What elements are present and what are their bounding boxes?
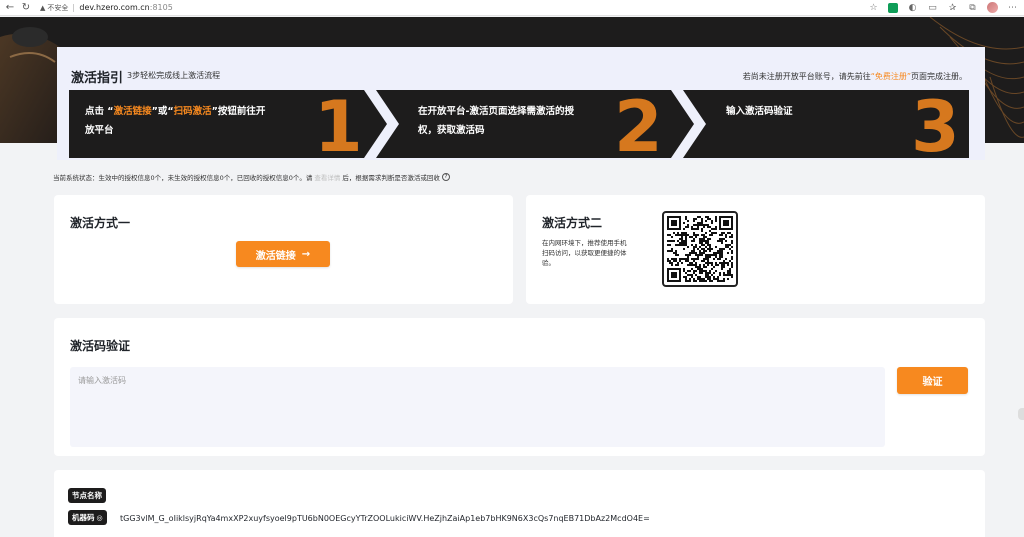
steps-row: 点击 “激活链接”或“扫码激活”按钮前往开 放平台 1 在开放平台-激活页面选择… <box>69 90 969 158</box>
url-host: dev.hzero.com.cn <box>79 3 150 12</box>
method-2-title: 激活方式二 <box>542 216 603 230</box>
step-2-text: 在开放平台-激活页面选择需激活的授 权，获取激活码 <box>418 102 618 140</box>
machine-code-value: tGG3vlM_G_oIiklsyjRqYa4mxXP2xuyfsyoel9pT… <box>120 514 650 523</box>
arrow-right-icon: → <box>301 248 311 260</box>
back-icon[interactable]: ← <box>4 2 16 14</box>
step-1-number: 1 <box>314 90 363 158</box>
method-2-desc-line1: 在内网环境下，推荐使用手机 <box>542 239 627 247</box>
step-2-number: 2 <box>614 90 663 158</box>
node-name-label: 节点名称 <box>72 491 102 500</box>
copy-icon[interactable]: ◎ <box>97 514 103 522</box>
step-2-line1: 在开放平台-激活页面选择需激活的授 <box>418 106 574 117</box>
step-1-text: 点击 “激活链接”或“扫码激活”按钮前往开 放平台 <box>85 102 315 140</box>
qr-code-icon <box>667 216 733 282</box>
step-3-line1: 输入激活码验证 <box>726 106 793 117</box>
bookmark-star-icon[interactable]: ☆ <box>868 2 879 13</box>
warning-icon: ▲ <box>40 3 46 12</box>
node-info-card <box>54 470 985 537</box>
activation-link-label: 激活链接 <box>255 250 296 262</box>
divider <box>73 3 75 12</box>
activation-link-button[interactable]: 激活链接 → <box>236 241 330 267</box>
method-2-desc-line2: 扫码访问，以获取更便捷的体 <box>542 249 627 257</box>
machine-code-tag: 机器码 ◎ <box>68 510 107 525</box>
register-hint: 若尚未注册开放平台账号，请先前往“免费注册”页面完成注册。 <box>743 71 967 82</box>
step-3-text: 输入激活码验证 <box>726 102 926 121</box>
activation-code-verify-card: 激活码验证 验证 <box>54 318 985 456</box>
profile-avatar[interactable] <box>987 2 998 13</box>
method-2-description: 在内网环境下，推荐使用手机 扫码访问，以获取更便捷的体 验。 <box>542 238 646 268</box>
side-scroll-handle[interactable] <box>1018 408 1024 420</box>
view-details-link[interactable]: 查看详情 <box>314 172 340 182</box>
activation-method-1-card: 激活方式一 激活链接 → <box>54 195 513 304</box>
step-1-pre: 点击 “ <box>85 106 114 117</box>
machine-code-label: 机器码 <box>72 513 95 522</box>
step-1-line2: 放平台 <box>85 125 114 136</box>
status-prefix: 当前系统状态：生效中的授权信息0个，未生效的授权信息0个，已回收的授权信息0个。… <box>53 174 313 182</box>
step-2-line2: 权，获取激活码 <box>418 125 485 136</box>
step-3: 输入激活码验证 3 <box>683 90 969 158</box>
step-3-number: 3 <box>911 90 960 158</box>
browser-toolbar: ← ↻ ▲ 不安全 dev.hzero.com.cn:8105 ☆ ◐ ▭ ✰ … <box>0 0 1024 16</box>
extensions-puzzle-icon[interactable]: ◐ <box>907 2 918 13</box>
reload-icon[interactable]: ↻ <box>20 2 32 14</box>
status-suffix: 后，根据需求判断是否激活或回收 <box>342 174 440 182</box>
activation-method-2-card: 激活方式二 在内网环境下，推荐使用手机 扫码访问，以获取更便捷的体 验。 <box>526 195 985 304</box>
more-menu-icon[interactable]: ⋯ <box>1007 2 1018 13</box>
step-1-scan-highlight: 扫码激活 <box>173 106 212 117</box>
split-screen-icon[interactable]: ▭ <box>927 2 938 13</box>
security-label: 不安全 <box>47 3 69 12</box>
activation-guide: 激活指引 3步轻松完成线上激活流程 若尚未注册开放平台账号，请先前往“免费注册”… <box>57 47 985 160</box>
method-2-desc-line3: 验。 <box>542 259 555 267</box>
verify-button-label: 验证 <box>922 377 943 388</box>
node-name-tag: 节点名称 <box>68 488 106 503</box>
activation-code-input[interactable] <box>70 367 885 447</box>
verify-title: 激活码验证 <box>70 339 131 353</box>
favorites-icon[interactable]: ✰ <box>947 2 958 13</box>
address-bar[interactable]: dev.hzero.com.cn:8105 <box>79 3 172 12</box>
free-register-link[interactable]: “免费注册” <box>871 72 911 81</box>
qr-code[interactable] <box>662 211 738 287</box>
step-1-mid: ”或“ <box>151 106 174 117</box>
register-hint-suffix: 页面完成注册。 <box>911 72 967 81</box>
method-1-title: 激活方式一 <box>70 216 131 230</box>
guide-subtitle: 3步轻松完成线上激活流程 <box>127 71 221 80</box>
security-indicator[interactable]: ▲ 不安全 <box>40 3 68 13</box>
verify-button[interactable]: 验证 <box>897 367 968 394</box>
extension-icon[interactable] <box>888 2 898 13</box>
step-1: 点击 “激活链接”或“扫码激活”按钮前往开 放平台 1 <box>69 90 387 158</box>
collections-icon[interactable]: ⧉ <box>967 2 978 13</box>
register-hint-prefix: 若尚未注册开放平台账号，请先前往 <box>742 72 871 81</box>
guide-title: 激活指引 <box>71 71 124 86</box>
url-port: :8105 <box>149 3 173 12</box>
help-icon[interactable]: ? <box>441 173 450 181</box>
step-1-post: ”按钮前往开 <box>211 106 266 117</box>
step-1-link-highlight: 激活链接 <box>113 106 152 117</box>
step-2: 在开放平台-激活页面选择需激活的授 权，获取激活码 2 <box>376 90 694 158</box>
system-status: 当前系统状态：生效中的授权信息0个，未生效的授权信息0个，已回收的授权信息0个。… <box>53 172 450 182</box>
